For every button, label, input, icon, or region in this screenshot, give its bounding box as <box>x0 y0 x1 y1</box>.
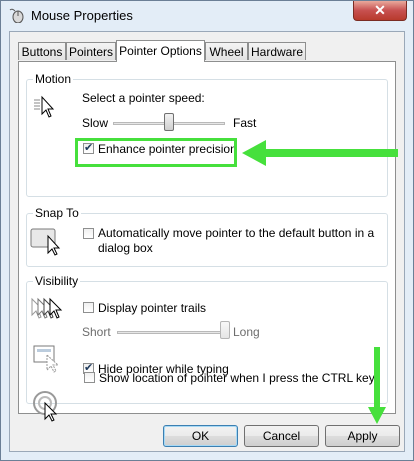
tab-hardware[interactable]: Hardware <box>248 42 306 60</box>
trails-long-label: Long <box>233 325 260 339</box>
ctrl-locate-icon <box>33 391 58 422</box>
fast-label: Fast <box>233 116 257 130</box>
mouse-properties-icon <box>9 8 24 23</box>
tab-pointer-options[interactable]: Pointer Options <box>116 40 205 62</box>
close-icon: ✕ <box>374 2 386 18</box>
snap-to-label-line2: dialog box <box>98 241 153 255</box>
snap-to-label-line1: Automatically move pointer to the defaul… <box>98 226 375 240</box>
pointer-speed-label: Select a pointer speed: <box>82 91 205 105</box>
ctrl-locate-label: Show location of pointer when I press th… <box>99 371 375 385</box>
annotation-highlight-box <box>75 138 237 167</box>
close-button[interactable]: ✕ <box>353 1 407 21</box>
window-title: Mouse Properties <box>31 8 133 23</box>
trails-short-label: Short <box>82 325 111 339</box>
mouse-properties-window: Mouse Properties ✕ Buttons Pointers Poin… <box>0 0 414 461</box>
apply-button[interactable]: Apply <box>325 425 400 447</box>
visibility-group-label: Visibility <box>33 274 81 288</box>
tab-buttons[interactable]: Buttons <box>18 42 66 60</box>
visibility-group: Visibility ✔ Display pointer trails Shor… <box>26 274 388 404</box>
title-bar: Mouse Properties ✕ <box>1 1 413 29</box>
ok-button[interactable]: OK <box>163 425 238 447</box>
snap-to-icon <box>30 228 61 256</box>
snap-to-group: Snap To ✔ Automatically move pointer to … <box>26 206 388 267</box>
hide-pointer-icon <box>33 345 60 373</box>
dialog-body: Buttons Pointers Pointer Options Wheel H… <box>9 31 405 452</box>
tab-pointers[interactable]: Pointers <box>66 42 116 60</box>
motion-group-label: Motion <box>33 72 74 86</box>
tab-wheel[interactable]: Wheel <box>205 42 248 60</box>
pointer-trails-icon <box>31 297 63 319</box>
pointer-options-panel: Motion Select a pointer speed: Slow Fast… <box>18 61 396 422</box>
pointer-speed-slider[interactable] <box>164 113 174 131</box>
slow-label: Slow <box>82 116 109 130</box>
pointer-trails-label: Display pointer trails <box>98 301 207 315</box>
pointer-trails-checkbox[interactable]: ✔ <box>83 302 94 313</box>
trail-length-track <box>117 331 225 334</box>
pointer-speed-icon <box>34 95 55 118</box>
trail-length-slider[interactable] <box>220 321 230 339</box>
snap-to-checkbox[interactable]: ✔ <box>83 228 94 239</box>
snap-to-group-label: Snap To <box>33 206 81 220</box>
ctrl-locate-checkbox[interactable]: ✔ <box>84 372 95 383</box>
cancel-button[interactable]: Cancel <box>244 425 319 447</box>
